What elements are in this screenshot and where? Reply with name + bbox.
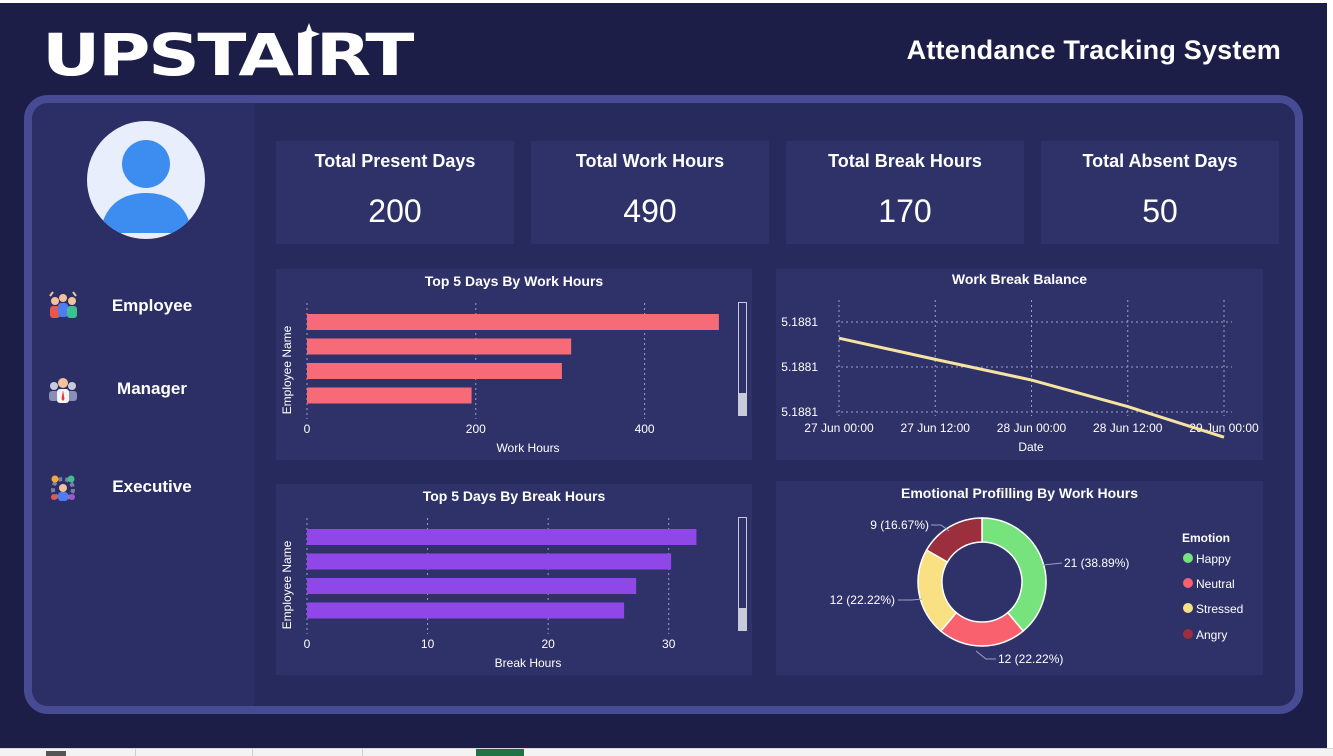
x-tick-label: 27 Jun 12:00 xyxy=(901,421,971,435)
emotion-donut-chart: 21 (38.89%) 12 (22.22%) 12 (22.22%) 9 (16.6… xyxy=(830,517,1243,666)
chart-title: Work Break Balance xyxy=(951,271,1088,287)
data-label: 12 (22.22%) xyxy=(830,593,895,607)
dashboard-frame: Employee Manager Executive Total Present… xyxy=(24,95,1303,714)
bar xyxy=(307,314,719,330)
bar xyxy=(307,529,697,545)
bar xyxy=(307,553,672,570)
data-label: 12 (22.22%) xyxy=(998,652,1063,666)
x-axis-label: Break Hours xyxy=(495,656,562,670)
kpi-title: Total Present Days xyxy=(314,151,476,171)
x-tick-label: 27 Jun 00:00 xyxy=(804,421,874,435)
kpi-title: Total Break Hours xyxy=(828,151,982,171)
chart-title: Top 5 Days By Break Hours xyxy=(422,488,606,504)
kpi-card-present-days: Total Present Days 200 xyxy=(276,141,514,244)
sidebar-item-label: Executive xyxy=(112,477,192,496)
legend-marker xyxy=(1183,629,1193,639)
data-label: 9 (16.67%) xyxy=(870,518,929,532)
executive-icon xyxy=(51,475,75,501)
scrollbar-thumb xyxy=(739,518,746,608)
legend-marker xyxy=(1183,603,1193,613)
chart-panel-emotional-profiling: 21 (38.89%) 12 (22.22%) 12 (22.22%) 9 (16.6… xyxy=(776,481,1263,675)
data-label: 21 (38.89%) xyxy=(1064,556,1129,570)
x-tick-label: 28 Jun 00:00 xyxy=(997,421,1067,435)
kpi-card-break-hours: Total Break Hours 170 xyxy=(786,141,1024,244)
chart-panel-work-hours: 0 200 400 Work Hours Employee Name Top 5 Day… xyxy=(276,269,752,460)
data-label-leader xyxy=(898,598,923,601)
legend-title: Emotion xyxy=(1182,531,1230,545)
legend-marker xyxy=(1183,578,1193,588)
donut-slice-stressed xyxy=(917,548,958,633)
legend-item: Angry xyxy=(1196,628,1227,642)
sidebar: Employee Manager Executive xyxy=(32,103,254,706)
bar xyxy=(307,578,637,594)
manager-icon xyxy=(49,378,77,403)
data-label-leader xyxy=(1042,562,1063,566)
break-hours-bar-chart: 0 10 20 30 Break Hours Employee Name xyxy=(280,517,747,670)
x-tick-label: 30 xyxy=(662,637,676,651)
kpi-value: 200 xyxy=(368,193,422,229)
sidebar-item-executive[interactable]: Executive xyxy=(46,467,246,507)
user-avatar-icon[interactable] xyxy=(87,121,205,239)
chart-title: Emotional Profilling By Work Hours xyxy=(901,485,1138,501)
kpi-value: 170 xyxy=(878,193,932,229)
x-tick-label: 20 xyxy=(541,637,555,651)
kpi-card-absent-days: Total Absent Days 50 xyxy=(1041,141,1279,244)
legend-marker xyxy=(1183,553,1193,563)
y-axis-label: Employee Name xyxy=(280,325,294,414)
sidebar-item-employee[interactable]: Employee xyxy=(46,286,246,326)
chart-title: Top 5 Days By Work Hours xyxy=(424,273,604,289)
dashboard-app: UPSTAIRT Attendance Tracking System Empl… xyxy=(0,3,1327,748)
page-title: Attendance Tracking System xyxy=(906,35,1281,65)
window-edge xyxy=(1327,0,1333,756)
x-tick-label: 10 xyxy=(421,637,435,651)
y-axis-label: Employee Name xyxy=(280,540,294,629)
x-tick-label: 400 xyxy=(635,422,655,436)
donut-slice-neutral xyxy=(939,611,1025,647)
team-icon xyxy=(49,291,77,318)
legend-item: Stressed xyxy=(1196,602,1243,616)
sidebar-item-label: Manager xyxy=(117,379,187,398)
upstairt-logo: UPSTAIRT xyxy=(42,21,416,89)
chart-panel-break-hours: 0 10 20 30 Break Hours Employee Name Top 5 Da… xyxy=(276,484,752,675)
donut-slice-happy xyxy=(981,517,1047,633)
scrollbar-thumb xyxy=(739,303,746,393)
svg-text:UPSTAIRT: UPSTAIRT xyxy=(42,21,415,89)
kpi-card-work-hours: Total Work Hours 490 xyxy=(531,141,769,244)
x-axis-label: Work Hours xyxy=(496,441,559,455)
sidebar-item-label: Employee xyxy=(111,296,193,315)
bar xyxy=(307,387,472,404)
x-tick-label: 28 Jun 12:00 xyxy=(1093,421,1163,435)
kpi-value: 490 xyxy=(623,193,677,229)
y-tick-label: 5.1881 xyxy=(781,405,818,419)
kpi-title: Total Absent Days xyxy=(1082,151,1238,171)
legend-item: Happy xyxy=(1196,552,1231,566)
bar xyxy=(307,363,562,379)
work-break-line-chart: 27 Jun 00:00 27 Jun 12:00 28 Jun 00:00 28 J… xyxy=(781,300,1259,454)
work-hours-bar-chart: 0 200 400 Work Hours Employee Name xyxy=(280,302,747,455)
kpi-value: 50 xyxy=(1142,193,1178,229)
sheet-tab-strip xyxy=(0,748,1333,756)
data-label-leader xyxy=(975,650,996,660)
sidebar-item-manager[interactable]: Manager xyxy=(46,369,246,409)
bar xyxy=(307,602,625,619)
active-sheet-tab[interactable] xyxy=(476,749,524,756)
y-tick-label: 5.1881 xyxy=(781,315,818,329)
y-tick-label: 5.1881 xyxy=(781,360,818,374)
bar xyxy=(307,338,572,355)
kpi-title: Total Work Hours xyxy=(575,151,725,171)
x-tick-label: 200 xyxy=(466,422,486,436)
x-tick-label: 0 xyxy=(304,422,311,436)
chart-panel-work-break-balance: 27 Jun 00:00 27 Jun 12:00 28 Jun 00:00 28 J… xyxy=(776,269,1263,460)
legend-item: Neutral xyxy=(1196,577,1235,591)
x-tick-label: 0 xyxy=(304,637,311,651)
x-axis-label: Date xyxy=(1018,440,1044,454)
